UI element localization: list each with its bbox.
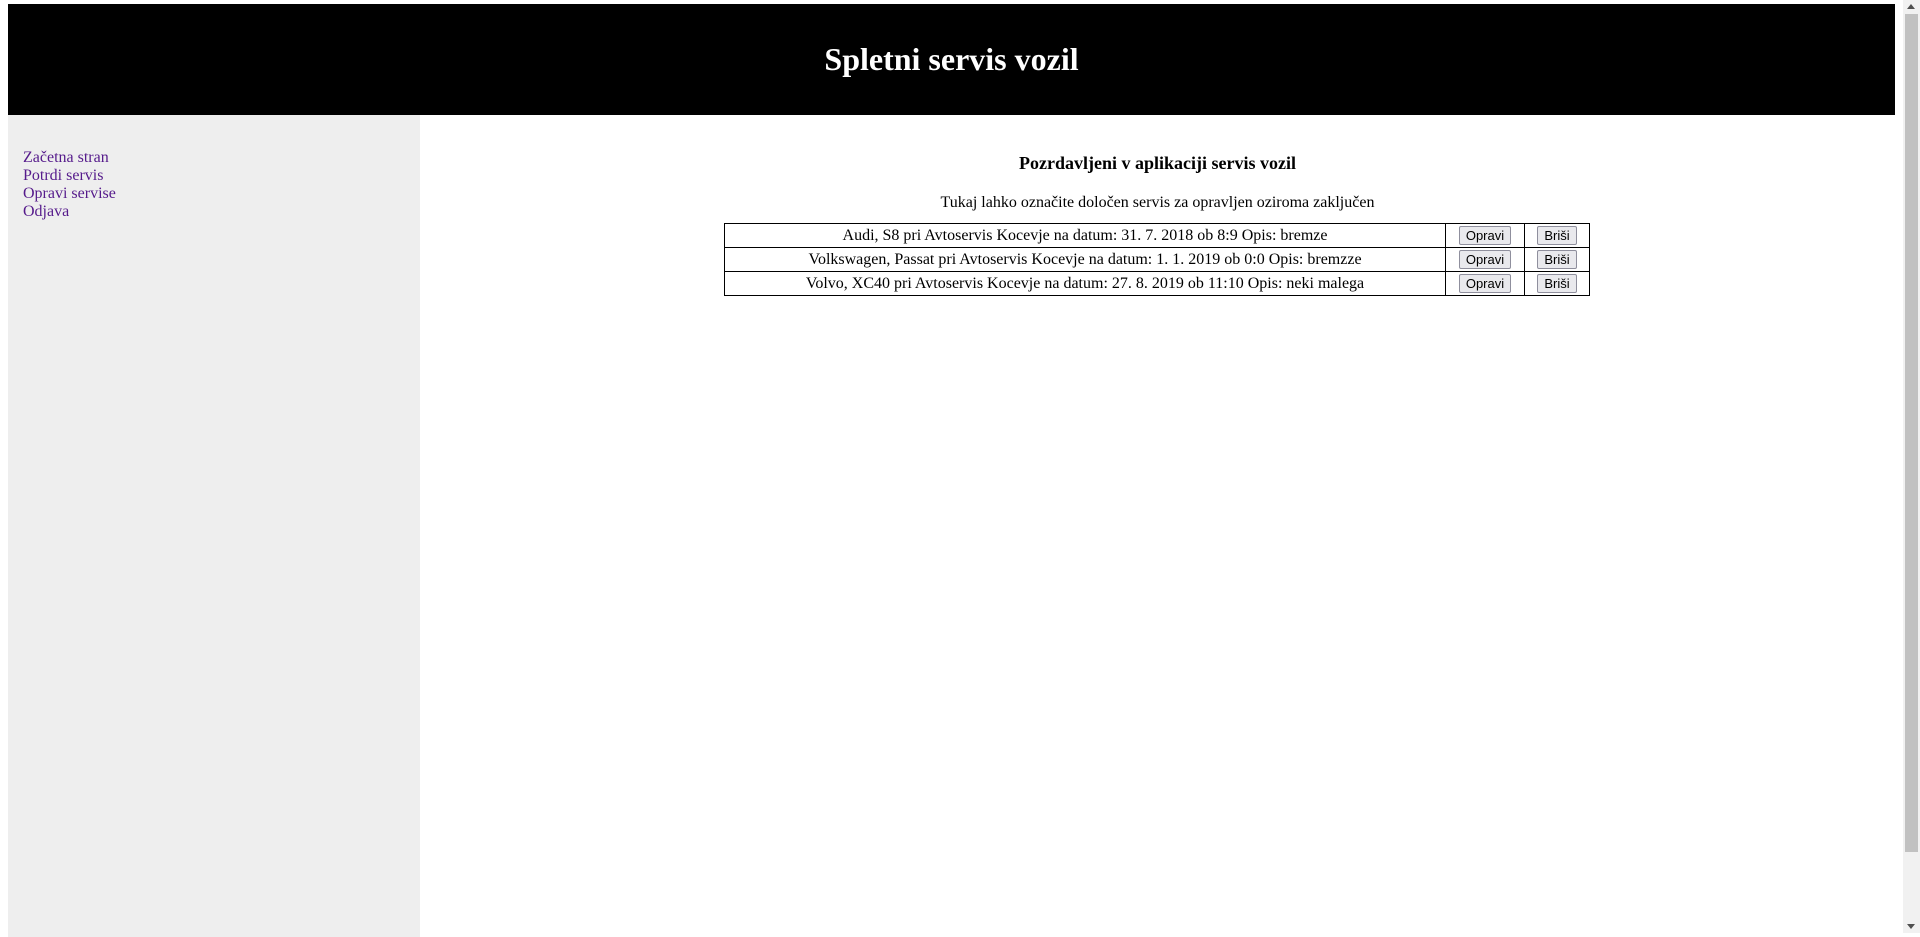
page-title: Pozrdavljeni v aplikaciji servis vozil	[1019, 153, 1296, 173]
scroll-down-arrow-icon[interactable]	[1907, 924, 1915, 929]
action-cell: Opravi	[1445, 247, 1525, 272]
complete-service-button[interactable]: Opravi	[1458, 250, 1512, 269]
delete-cell: Briši	[1524, 247, 1590, 272]
main-content: Pozrdavljeni v aplikaciji servis vozil T…	[420, 115, 1895, 937]
sidebar-nav: Začetna stran Potrdi servis Opravi servi…	[23, 149, 116, 221]
sidebar-item-logout: Odjava	[23, 203, 116, 221]
nav-link-home[interactable]: Začetna stran	[23, 149, 109, 166]
delete-service-button[interactable]: Briši	[1537, 250, 1577, 269]
vertical-scrollbar[interactable]	[1903, 0, 1920, 933]
page-subtitle: Tukaj lahko označite določen servis za o…	[940, 194, 1375, 211]
complete-service-button[interactable]: Opravi	[1458, 274, 1512, 293]
sidebar-item-confirm-service: Potrdi servis	[23, 167, 116, 185]
service-description: Audi, S8 pri Avtoservis Kocevje na datum…	[724, 223, 1446, 248]
site-title: Spletni servis vozil	[824, 41, 1079, 77]
delete-service-button[interactable]: Briši	[1537, 274, 1577, 293]
nav-link-confirm-service[interactable]: Potrdi servis	[23, 167, 103, 184]
services-table: Audi, S8 pri Avtoservis Kocevje na datum…	[724, 223, 1590, 296]
sidebar-item-home: Začetna stran	[23, 149, 116, 167]
service-description: Volvo, XC40 pri Avtoservis Kocevje na da…	[724, 271, 1446, 296]
site-header: Spletni servis vozil	[8, 4, 1895, 115]
action-cell: Opravi	[1445, 223, 1525, 248]
scroll-up-arrow-icon[interactable]	[1907, 4, 1915, 9]
page: Spletni servis vozil Začetna stran Potrd…	[8, 4, 1895, 937]
action-cell: Opravi	[1445, 271, 1525, 296]
delete-service-button[interactable]: Briši	[1537, 226, 1577, 245]
nav-link-complete-services[interactable]: Opravi servise	[23, 185, 116, 202]
sidebar-item-complete-services: Opravi servise	[23, 185, 116, 203]
sidebar: Začetna stran Potrdi servis Opravi servi…	[8, 115, 420, 937]
table-row: Audi, S8 pri Avtoservis Kocevje na datum…	[724, 223, 1590, 248]
nav-link-logout[interactable]: Odjava	[23, 203, 69, 220]
service-description: Volkswagen, Passat pri Avtoservis Kocevj…	[724, 247, 1446, 272]
complete-service-button[interactable]: Opravi	[1458, 226, 1512, 245]
table-row: Volvo, XC40 pri Avtoservis Kocevje na da…	[724, 271, 1590, 296]
delete-cell: Briši	[1524, 223, 1590, 248]
table-row: Volkswagen, Passat pri Avtoservis Kocevj…	[724, 247, 1590, 272]
scrollbar-thumb[interactable]	[1905, 14, 1918, 852]
delete-cell: Briši	[1524, 271, 1590, 296]
